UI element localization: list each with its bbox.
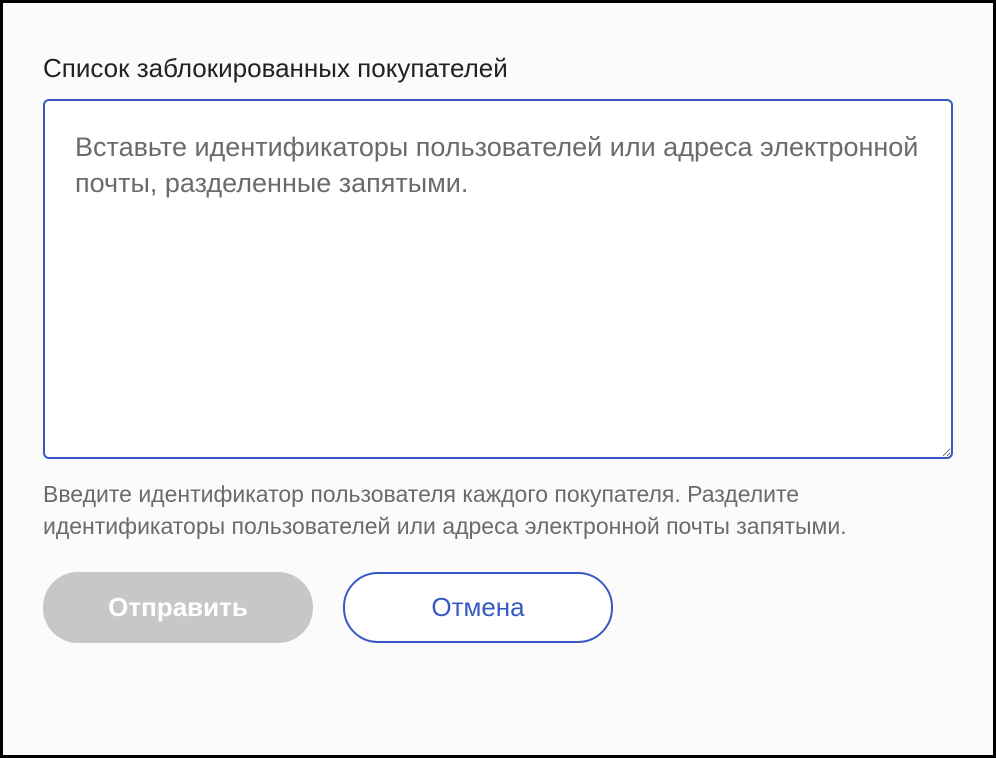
help-text: Введите идентификатор пользователя каждо…	[43, 478, 953, 542]
submit-button[interactable]: Отправить	[43, 572, 313, 643]
blocked-buyers-textarea[interactable]	[43, 99, 953, 459]
button-row: Отправить Отмена	[43, 572, 953, 643]
textarea-wrapper	[43, 99, 953, 464]
form-label: Список заблокированных покупателей	[43, 53, 953, 84]
cancel-button[interactable]: Отмена	[343, 572, 613, 643]
blocked-buyers-form: Список заблокированных покупателей Введи…	[43, 53, 953, 643]
